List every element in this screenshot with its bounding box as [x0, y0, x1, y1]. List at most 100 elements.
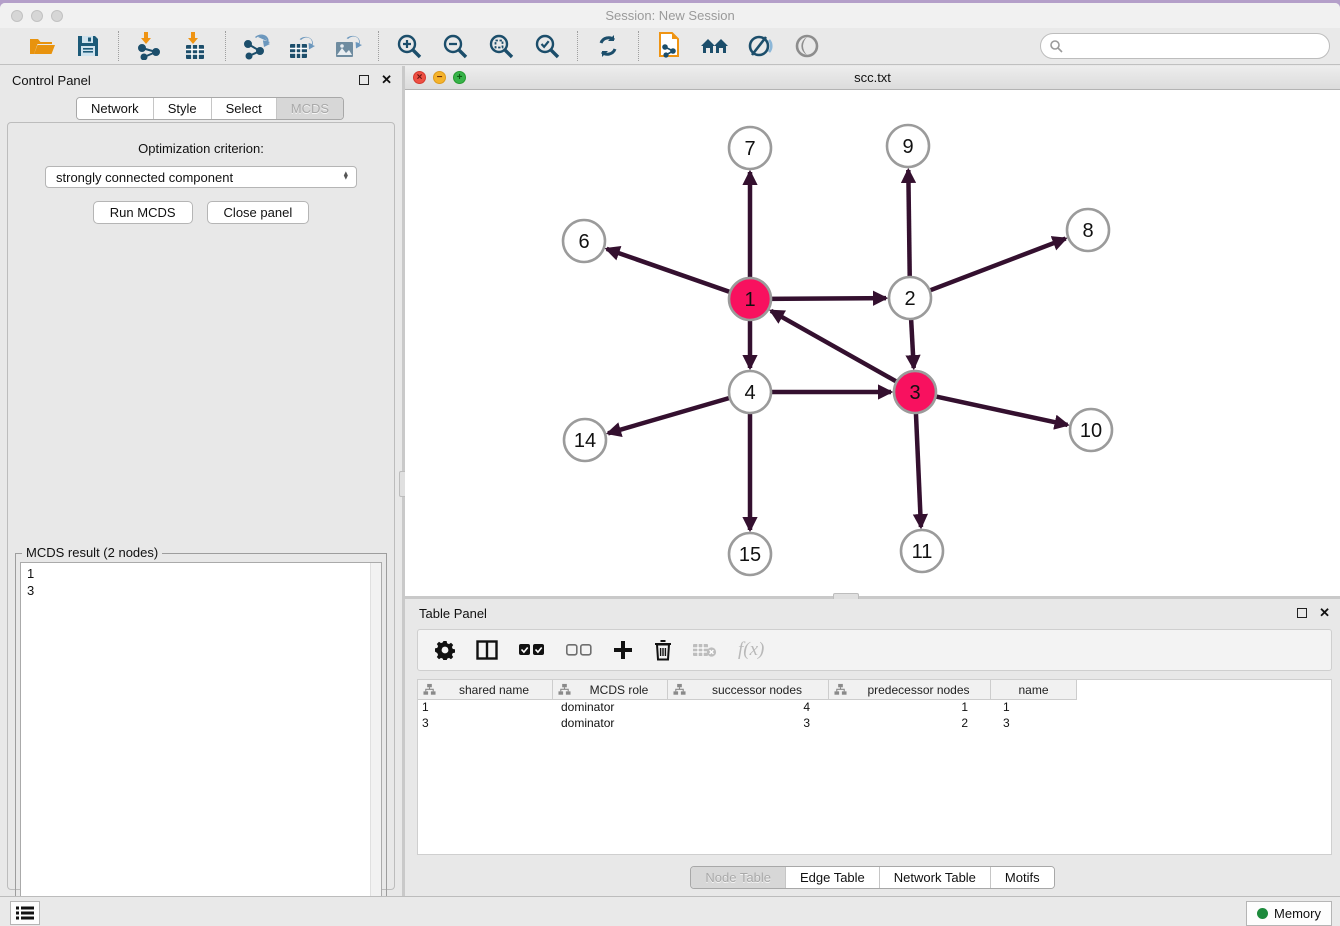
import-table-icon: [183, 32, 207, 60]
graph-node-6[interactable]: 6: [563, 220, 605, 262]
graph-node-label: 6: [578, 231, 589, 253]
close-window-button[interactable]: [11, 10, 23, 22]
zoom-selected-button[interactable]: [531, 31, 563, 61]
graph-edge-1-6[interactable]: [607, 249, 734, 293]
export-table-button[interactable]: [286, 31, 318, 61]
graph-edge-2-9[interactable]: [908, 170, 909, 281]
hide-graphics-details-icon: [747, 33, 775, 59]
zoom-in-button[interactable]: [393, 31, 425, 61]
network-close-button[interactable]: ×: [413, 71, 426, 84]
graph-edge-3-11[interactable]: [916, 409, 921, 527]
run-mcds-button[interactable]: Run MCDS: [93, 201, 193, 224]
network-zoom-button[interactable]: +: [453, 71, 466, 84]
network-graph: 7 9 6 8 1 2 4 3 14 10 15 11: [405, 90, 1340, 596]
graph-edge-1-2[interactable]: [767, 298, 886, 299]
zoom-out-button[interactable]: [439, 31, 471, 61]
minimize-window-button[interactable]: [31, 10, 43, 22]
cell-mcds-role: dominator: [553, 700, 668, 716]
column-header-mcds-role[interactable]: MCDS role: [553, 680, 668, 700]
tab-edge-table[interactable]: Edge Table: [786, 867, 880, 888]
select-all-button[interactable]: [519, 644, 545, 656]
tab-style[interactable]: Style: [154, 98, 212, 119]
graph-edge-2-8[interactable]: [926, 239, 1066, 292]
save-session-button[interactable]: [72, 31, 104, 61]
graph-node-15[interactable]: 15: [729, 533, 771, 575]
checked-boxes-icon: [519, 644, 545, 656]
result-scrollbar[interactable]: [370, 563, 381, 925]
graph-edge-2-3[interactable]: [911, 315, 914, 368]
tab-node-table[interactable]: Node Table: [691, 867, 786, 888]
delete-column-button[interactable]: [654, 640, 672, 661]
memory-button[interactable]: Memory: [1246, 901, 1332, 926]
window-controls: [11, 10, 63, 22]
zoom-window-button[interactable]: [51, 10, 63, 22]
search-box[interactable]: [1040, 33, 1330, 59]
import-table-button[interactable]: [179, 31, 211, 61]
graph-node-8[interactable]: 8: [1067, 209, 1109, 251]
birds-eye-view-button[interactable]: [791, 31, 823, 61]
table-settings-button[interactable]: [435, 640, 455, 660]
column-header-name[interactable]: name: [991, 680, 1077, 700]
float-table-panel-button[interactable]: [1297, 608, 1307, 618]
graph-node-9[interactable]: 9: [887, 125, 929, 167]
task-history-button[interactable]: [10, 901, 40, 925]
table-column-button[interactable]: [476, 640, 498, 660]
graph-node-14[interactable]: 14: [564, 419, 606, 461]
graph-node-3[interactable]: 3: [894, 371, 936, 413]
graph-node-label: 10: [1080, 420, 1102, 442]
column-header-shared-name[interactable]: shared name: [418, 680, 553, 700]
graph-edge-3-1[interactable]: [771, 311, 900, 384]
column-header-successor-nodes[interactable]: successor nodes: [668, 680, 829, 700]
deselect-all-button[interactable]: [566, 644, 592, 656]
graph-node-2[interactable]: 2: [889, 277, 931, 319]
node-table[interactable]: shared name MCDS role successor nodes pr…: [417, 679, 1332, 855]
refresh-icon: [595, 33, 621, 59]
export-network-button[interactable]: [240, 31, 272, 61]
plus-icon: [613, 640, 633, 660]
graph-node-11[interactable]: 11: [901, 530, 943, 572]
close-table-panel-icon[interactable]: ✕: [1319, 608, 1330, 618]
status-bar: Memory: [0, 896, 1340, 926]
graph-edge-4-14[interactable]: [608, 397, 734, 434]
refresh-layout-button[interactable]: [592, 31, 624, 61]
tab-network[interactable]: Network: [77, 98, 154, 119]
window-titlebar: Session: New Session: [0, 3, 1340, 28]
open-file-button[interactable]: [26, 31, 58, 61]
table-row[interactable]: 3 dominator 3 2 3: [418, 716, 1331, 732]
hide-graphics-details-button[interactable]: [745, 31, 777, 61]
table-row[interactable]: 1 dominator 4 1 1: [418, 700, 1331, 716]
function-builder-button[interactable]: f(x): [738, 639, 764, 661]
home-button[interactable]: [699, 31, 731, 61]
search-input[interactable]: [1063, 39, 1329, 54]
tab-motifs[interactable]: Motifs: [991, 867, 1054, 888]
memory-status-icon: [1257, 908, 1268, 919]
close-panel-button[interactable]: Close panel: [207, 201, 310, 224]
tab-select[interactable]: Select: [212, 98, 277, 119]
close-panel-icon[interactable]: ✕: [381, 75, 392, 85]
tab-network-table[interactable]: Network Table: [880, 867, 991, 888]
app-window: Session: New Session: [0, 3, 1340, 926]
column-header-predecessor-nodes[interactable]: predecessor nodes: [829, 680, 991, 700]
open-folder-icon: [28, 34, 56, 58]
delete-table-button[interactable]: [693, 642, 717, 658]
graph-node-1[interactable]: 1: [729, 278, 771, 320]
clone-network-button[interactable]: [653, 31, 685, 61]
network-minimize-button[interactable]: −: [433, 71, 446, 84]
graph-node-10[interactable]: 10: [1070, 409, 1112, 451]
split-columns-icon: [476, 640, 498, 660]
criterion-select[interactable]: strongly connected component ▲▼: [45, 166, 357, 188]
graph-node-4[interactable]: 4: [729, 371, 771, 413]
float-panel-button[interactable]: [359, 75, 369, 85]
list-icon: [16, 906, 34, 920]
import-network-button[interactable]: [133, 31, 165, 61]
export-image-button[interactable]: [332, 31, 364, 61]
tab-mcds[interactable]: MCDS: [277, 98, 343, 119]
zoom-fit-button[interactable]: [485, 31, 517, 61]
graph-node-7[interactable]: 7: [729, 127, 771, 169]
graph-edge-3-10[interactable]: [932, 396, 1068, 425]
network-canvas[interactable]: 7 9 6 8 1 2 4 3 14 10 15 11: [405, 90, 1340, 596]
add-column-button[interactable]: [613, 640, 633, 660]
mcds-result-list[interactable]: 1 3: [20, 562, 382, 926]
graph-node-label: 4: [744, 382, 755, 404]
unchecked-boxes-icon: [566, 644, 592, 656]
